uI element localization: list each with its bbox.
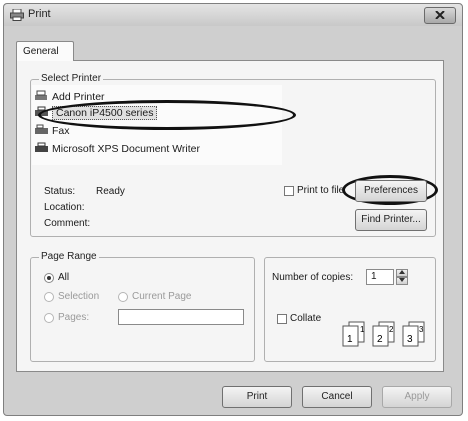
printer-icon: [10, 9, 24, 21]
selection-label: Selection: [58, 291, 100, 302]
printer-list[interactable]: Add Printer Canon iP4500 series Fax Micr…: [32, 85, 282, 165]
pages-input[interactable]: [118, 309, 244, 325]
collate-illustration: 1 1 2 2 3 3: [342, 321, 425, 347]
print-to-file-label: Print to file: [297, 185, 343, 196]
copies-spin-down[interactable]: [396, 277, 408, 285]
apply-button[interactable]: Apply: [382, 386, 452, 408]
copies-input[interactable]: 1: [366, 269, 394, 285]
add-printer-icon: [35, 90, 47, 100]
collate-page-pair-2: 2 2: [372, 321, 395, 347]
location-label: Location:: [44, 202, 85, 213]
collate-label: Collate: [290, 313, 322, 324]
printer-item-label: Canon iP4500 series: [52, 106, 158, 120]
status-label: Status:: [44, 186, 76, 197]
status-value: Ready: [96, 186, 125, 197]
collate-checkbox[interactable]: [277, 314, 287, 324]
page-range-legend: Page Range: [39, 251, 99, 262]
collate-page-number: 2: [377, 334, 383, 345]
tab-general[interactable]: General: [16, 41, 74, 61]
printer-item-canon-ip4500[interactable]: Canon iP4500 series: [34, 106, 158, 120]
comment-label: Comment:: [44, 218, 91, 229]
find-printer-button[interactable]: Find Printer...: [355, 209, 427, 231]
printer-item-fax[interactable]: Fax: [34, 124, 70, 138]
title-bar[interactable]: Print: [4, 4, 462, 26]
all-label: All: [58, 272, 70, 283]
cancel-button[interactable]: Cancel: [302, 386, 372, 408]
collate-page-number: 3: [419, 325, 424, 334]
collate-page-number: 2: [389, 325, 394, 334]
select-printer-legend: Select Printer: [39, 73, 104, 84]
collate-page-number: 1: [347, 334, 353, 345]
close-button[interactable]: [424, 7, 456, 24]
preferences-button[interactable]: Preferences: [355, 180, 427, 202]
collate-page-pair-3: 3 3: [402, 321, 425, 347]
print-to-file-checkbox[interactable]: [284, 186, 294, 196]
printer-icon: [35, 106, 48, 116]
collate-page-pair-1: 1 1: [342, 321, 365, 347]
window-title: Print: [28, 8, 51, 20]
print-button[interactable]: Print: [222, 386, 292, 408]
copies-spin-up[interactable]: [396, 269, 408, 277]
collate-page-number: 1: [360, 325, 365, 334]
number-of-copies-label: Number of copies:: [272, 272, 354, 283]
printer-item-add-printer[interactable]: Add Printer: [34, 90, 105, 104]
printer-item-label: Microsoft XPS Document Writer: [52, 143, 201, 155]
all-radio[interactable]: [44, 273, 54, 283]
printer-item-label: Add Printer: [52, 91, 105, 103]
close-icon: [435, 10, 445, 20]
current-page-label: Current Page: [132, 291, 192, 302]
printer-item-xps-writer[interactable]: Microsoft XPS Document Writer: [34, 142, 200, 156]
printer-icon: [35, 142, 48, 152]
collate-page-number: 3: [407, 334, 413, 345]
fax-icon: [35, 124, 48, 134]
arrow-down-icon: [399, 278, 405, 282]
selection-radio[interactable]: [44, 292, 54, 302]
pages-radio[interactable]: [44, 313, 54, 323]
arrow-up-icon: [399, 270, 405, 274]
printer-item-label: Fax: [52, 125, 70, 137]
current-page-radio[interactable]: [118, 292, 128, 302]
pages-label: Pages:: [58, 312, 90, 323]
